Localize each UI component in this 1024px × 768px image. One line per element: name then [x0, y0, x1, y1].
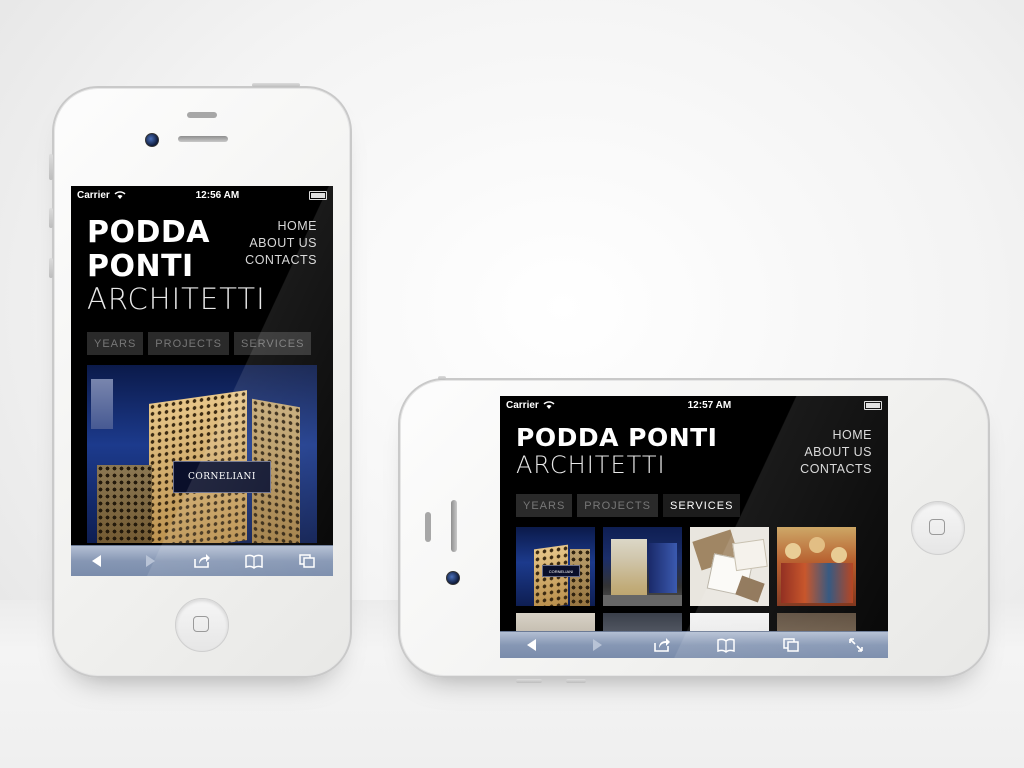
fullscreen-icon[interactable]	[845, 636, 867, 654]
screen-landscape: Carrier 12:57 AM PODDA PONTI ARCHITETTI …	[500, 396, 888, 658]
tab-projects[interactable]: PROJECTS	[577, 494, 658, 517]
section-tabs: YEARS PROJECTS SERVICES	[87, 332, 312, 355]
safari-toolbar	[71, 545, 333, 576]
status-bar: Carrier 12:57 AM	[500, 396, 888, 414]
site-logo[interactable]: PODDA PONTI ARCHITETTI	[87, 215, 266, 316]
proximity-sensor	[425, 512, 431, 542]
logo-line-3: ARCHITETTI	[87, 282, 266, 316]
street-light	[91, 379, 113, 429]
wifi-icon	[114, 191, 126, 199]
logo-line-1: PODDA PONTI	[516, 423, 718, 452]
front-camera	[446, 571, 460, 585]
mute-switch[interactable]	[516, 679, 542, 683]
nav-contacts[interactable]: CONTACTS	[245, 252, 317, 269]
home-square-icon	[929, 519, 945, 535]
carrier-label: Carrier	[77, 189, 110, 201]
volume-down-button[interactable]	[49, 258, 53, 278]
volume-up-button[interactable]	[49, 208, 53, 228]
tab-projects[interactable]: PROJECTS	[148, 332, 229, 355]
earpiece	[178, 136, 228, 142]
project-thumbnail[interactable]	[777, 527, 856, 606]
home-square-icon	[193, 616, 209, 632]
project-thumbnail[interactable]	[690, 527, 769, 606]
bookmarks-icon[interactable]	[243, 552, 265, 570]
project-thumbnail[interactable]: CORNELIANI	[516, 527, 595, 606]
earpiece	[451, 500, 457, 552]
back-icon[interactable]	[521, 636, 543, 654]
section-tabs: YEARS PROJECTS SERVICES	[516, 494, 741, 517]
clock: 12:56 AM	[195, 189, 240, 201]
home-button[interactable]	[175, 598, 229, 652]
logo-line-2: PONTI	[87, 249, 194, 284]
tab-years[interactable]: YEARS	[516, 494, 573, 517]
back-icon[interactable]	[86, 552, 108, 570]
store-sign: CORNELIANI	[542, 565, 580, 577]
volume-up-button[interactable]	[438, 376, 446, 380]
store-sign: CORNELIANI	[173, 461, 271, 493]
nav-about-us[interactable]: ABOUT US	[800, 444, 872, 461]
nav-home[interactable]: HOME	[800, 427, 872, 444]
main-nav: HOME ABOUT US CONTACTS	[800, 427, 872, 478]
volume-down-button[interactable]	[566, 679, 586, 683]
main-nav: HOME ABOUT US CONTACTS	[245, 218, 317, 269]
forward-icon[interactable]	[139, 552, 161, 570]
clock: 12:57 AM	[687, 399, 732, 411]
mute-switch[interactable]	[49, 154, 53, 180]
proximity-sensor	[187, 112, 217, 118]
site-logo[interactable]: PODDA PONTI ARCHITETTI	[516, 423, 717, 478]
project-photo[interactable]: CORNELIANI	[87, 365, 317, 543]
tab-years[interactable]: YEARS	[87, 332, 144, 355]
front-camera	[145, 133, 159, 147]
tab-services[interactable]: SERVICES	[233, 332, 312, 355]
project-thumbnail[interactable]	[603, 527, 682, 606]
nav-contacts[interactable]: CONTACTS	[800, 461, 872, 478]
phone-portrait: Carrier 12:56 AM PODDA PONTI ARCHITETTI …	[49, 83, 352, 678]
phone-landscape: Carrier 12:57 AM PODDA PONTI ARCHITETTI …	[398, 376, 990, 683]
share-icon[interactable]	[651, 636, 673, 654]
forward-icon[interactable]	[586, 636, 608, 654]
share-icon[interactable]	[191, 552, 213, 570]
logo-line-1: PODDA	[87, 215, 211, 250]
logo-line-2: ARCHITETTI	[516, 451, 666, 479]
safari-toolbar	[500, 631, 888, 658]
battery-icon	[863, 400, 882, 410]
tab-services[interactable]: SERVICES	[662, 494, 741, 517]
status-bar: Carrier 12:56 AM	[71, 186, 333, 204]
carrier-label: Carrier	[506, 399, 539, 411]
home-button[interactable]	[911, 501, 965, 555]
wifi-icon	[543, 401, 555, 409]
sleep-button[interactable]	[252, 83, 300, 87]
screen-portrait: Carrier 12:56 AM PODDA PONTI ARCHITETTI …	[71, 186, 333, 576]
nav-home[interactable]: HOME	[245, 218, 317, 235]
battery-icon	[308, 190, 327, 200]
bookmarks-icon[interactable]	[715, 636, 737, 654]
pages-icon[interactable]	[780, 636, 802, 654]
nav-about-us[interactable]: ABOUT US	[245, 235, 317, 252]
pages-icon[interactable]	[296, 552, 318, 570]
